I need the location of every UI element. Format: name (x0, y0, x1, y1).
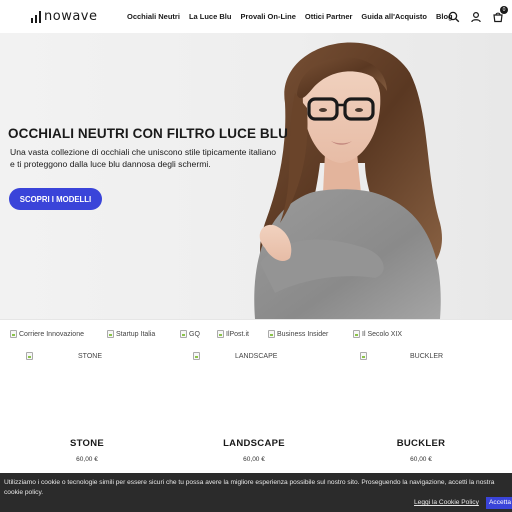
section-divider (0, 319, 512, 320)
brand-name: nowave (44, 9, 98, 24)
hero-banner: OCCHIALI NEUTRI CON FILTRO LUCE BLU Una … (0, 33, 512, 319)
product-name[interactable]: BUCKLER (346, 438, 496, 449)
broken-image-icon (10, 330, 17, 338)
product-price: 60,00 € (243, 456, 265, 463)
broken-image-icon (353, 330, 360, 338)
product-price: 60,00 € (410, 456, 432, 463)
product-image[interactable]: STONE (26, 352, 102, 360)
search-icon[interactable] (448, 10, 460, 23)
nav-item-occhiali-neutri[interactable]: Occhiali Neutri (127, 12, 180, 21)
discover-models-button[interactable]: SCOPRI I MODELLI (9, 188, 102, 210)
hero-description: Una vasta collezione di occhiali che uni… (10, 147, 277, 169)
hero-title: OCCHIALI NEUTRI CON FILTRO LUCE BLU (8, 126, 288, 141)
press-logo: GQ (180, 330, 200, 338)
nav-item-ottici-partner[interactable]: Ottici Partner (305, 12, 353, 21)
brand-logo[interactable]: nowave (31, 9, 97, 24)
cookie-text: Utilizziamo i cookie o tecnologie simili… (4, 479, 495, 496)
product-card[interactable]: LANDSCAPE LANDSCAPE 60,00 € (179, 352, 329, 464)
cookie-banner: Utilizziamo i cookie o tecnologie simili… (0, 473, 512, 512)
broken-image-icon (217, 330, 224, 338)
product-image[interactable]: BUCKLER (360, 352, 443, 360)
main-nav: Occhiali Neutri La Luce Blu Provali On-L… (127, 12, 462, 21)
nav-item-provali-online[interactable]: Provali On-Line (240, 12, 295, 21)
nav-item-la-luce-blu[interactable]: La Luce Blu (189, 12, 232, 21)
product-image[interactable]: LANDSCAPE (193, 352, 277, 360)
press-logo: IlPost.it (217, 330, 249, 338)
cart-icon[interactable]: 0 (492, 6, 508, 23)
press-logo: Business Insider (268, 330, 328, 338)
cookie-policy-link[interactable]: Leggi la Cookie Policy (414, 499, 479, 506)
accept-cookies-button[interactable]: Accetta (486, 497, 512, 509)
product-name[interactable]: LANDSCAPE (179, 438, 329, 449)
product-name[interactable]: STONE (12, 438, 162, 449)
broken-image-icon (360, 352, 367, 360)
product-price: 60,00 € (76, 456, 98, 463)
user-icon[interactable] (470, 10, 482, 23)
product-card[interactable]: BUCKLER BUCKLER 60,00 € (346, 352, 496, 464)
hero-model-image (254, 42, 442, 319)
broken-image-icon (268, 330, 275, 338)
logo-bars-icon (31, 10, 41, 23)
header-actions: 0 (448, 6, 508, 23)
site-header: nowave Occhiali Neutri La Luce Blu Prova… (0, 0, 512, 33)
press-logos: Corriere Innovazione Startup Italia GQ I… (0, 330, 512, 344)
broken-image-icon (180, 330, 187, 338)
product-card[interactable]: STONE STONE 60,00 € (12, 352, 162, 464)
press-logo: Startup Italia (107, 330, 155, 338)
cart-count-badge: 0 (500, 6, 508, 14)
broken-image-icon (107, 330, 114, 338)
press-logo: Il Secolo XIX (353, 330, 402, 338)
press-logo: Corriere Innovazione (10, 330, 84, 338)
broken-image-icon (26, 352, 33, 360)
nav-item-guida-acquisto[interactable]: Guida all'Acquisto (361, 12, 427, 21)
broken-image-icon (193, 352, 200, 360)
